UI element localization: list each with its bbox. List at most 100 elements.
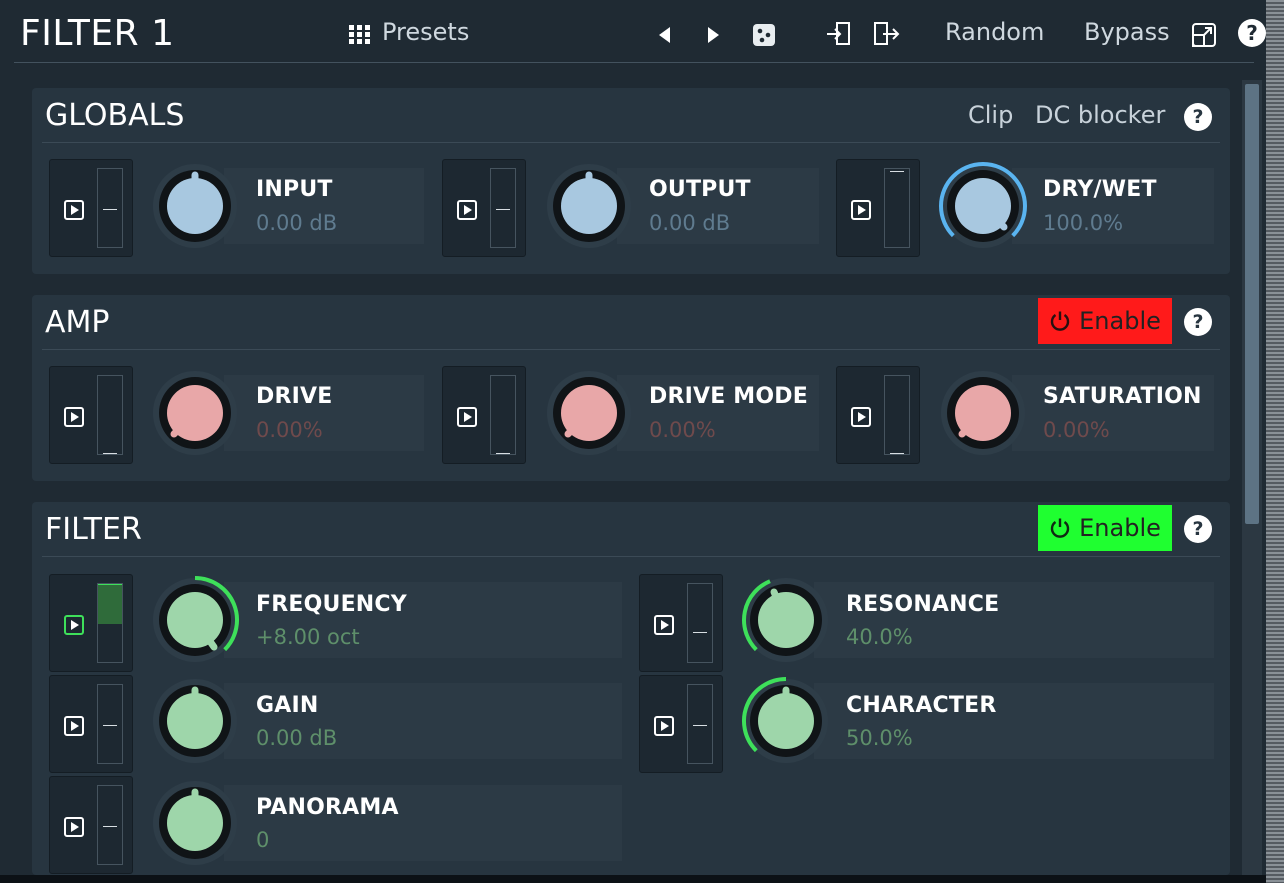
param-value-input[interactable]: 0.00 dB	[256, 211, 337, 235]
modulator-slot-drive-mode[interactable]	[442, 366, 526, 464]
window-edge	[1266, 0, 1284, 883]
param-label-panorama: PANORAMA	[256, 795, 399, 820]
filter-enable-button[interactable]: Enable	[1038, 505, 1172, 551]
panel-title-amp: AMP	[45, 305, 110, 340]
knob-drive[interactable]	[150, 368, 240, 458]
panel-divider	[42, 556, 1220, 557]
knob-frequency[interactable]	[150, 575, 240, 665]
param-value-frequency[interactable]: +8.00 oct	[256, 625, 360, 649]
previous-preset-icon[interactable]	[659, 27, 671, 47]
level-meter	[97, 375, 123, 455]
modulator-slot-input[interactable]	[49, 159, 133, 257]
knob-saturation[interactable]	[938, 368, 1028, 458]
play-icon[interactable]	[64, 200, 84, 220]
play-icon[interactable]	[64, 716, 84, 736]
knob-dry-wet[interactable]	[938, 161, 1028, 251]
bottom-edge	[0, 875, 1266, 883]
param-label-gain: GAIN	[256, 693, 319, 718]
help-icon[interactable]: ?	[1238, 19, 1266, 47]
play-icon[interactable]	[851, 407, 871, 427]
modulator-slot-character[interactable]	[639, 675, 723, 773]
param-label-drive: DRIVE	[256, 384, 333, 409]
help-icon[interactable]: ?	[1184, 308, 1212, 336]
param-value-gain[interactable]: 0.00 dB	[256, 726, 337, 750]
level-meter	[687, 684, 713, 764]
param-value-output[interactable]: 0.00 dB	[649, 211, 730, 235]
clip-button[interactable]: Clip	[968, 101, 1013, 129]
panel-title-globals: GLOBALS	[45, 98, 185, 133]
knob-gain[interactable]	[150, 676, 240, 766]
modulator-slot-dry-wet[interactable]	[836, 159, 920, 257]
play-icon[interactable]	[64, 407, 84, 427]
import-icon[interactable]	[826, 21, 852, 51]
play-icon[interactable]	[654, 615, 674, 635]
level-meter	[97, 785, 123, 865]
presets-button[interactable]: Presets	[382, 18, 469, 46]
knob-input[interactable]	[150, 161, 240, 251]
dc-blocker-button[interactable]: DC blocker	[1035, 101, 1165, 129]
param-value-saturation[interactable]: 0.00%	[1043, 418, 1110, 442]
knob-drive-mode[interactable]	[544, 368, 634, 458]
panel-divider	[42, 349, 1220, 350]
level-meter	[97, 684, 123, 764]
modulator-slot-gain[interactable]	[49, 675, 133, 773]
play-icon[interactable]	[64, 615, 84, 635]
play-icon[interactable]	[64, 817, 84, 837]
level-meter	[490, 168, 516, 248]
level-meter	[490, 375, 516, 455]
param-label-drive-mode: DRIVE MODE	[649, 384, 808, 409]
level-meter	[687, 583, 713, 663]
help-icon[interactable]: ?	[1184, 515, 1212, 543]
param-value-drive-mode[interactable]: 0.00%	[649, 418, 716, 442]
param-value-panorama[interactable]: 0	[256, 828, 269, 852]
param-value-drive[interactable]: 0.00%	[256, 418, 323, 442]
play-icon[interactable]	[654, 716, 674, 736]
modulator-slot-panorama[interactable]	[49, 776, 133, 874]
param-label-output: OUTPUT	[649, 177, 751, 202]
play-icon[interactable]	[457, 407, 477, 427]
power-icon	[1050, 518, 1070, 538]
resize-window-icon[interactable]	[1191, 22, 1217, 52]
modulator-slot-saturation[interactable]	[836, 366, 920, 464]
level-meter	[884, 168, 910, 248]
modulator-slot-drive[interactable]	[49, 366, 133, 464]
export-icon[interactable]	[873, 21, 901, 51]
knob-output[interactable]	[544, 161, 634, 251]
globals-panel: GLOBALS Clip DC blocker ? INPUT 0.00 dB …	[32, 88, 1230, 274]
param-label-saturation: SATURATION	[1043, 384, 1202, 409]
param-label-input: INPUT	[256, 177, 333, 202]
param-label-character: CHARACTER	[846, 693, 997, 718]
power-icon	[1050, 311, 1070, 331]
plugin-title: FILTER 1	[20, 13, 175, 54]
param-label-dry-wet: DRY/WET	[1043, 177, 1157, 202]
random-button[interactable]: Random	[945, 18, 1044, 46]
help-icon[interactable]: ?	[1184, 103, 1212, 131]
modulator-slot-output[interactable]	[442, 159, 526, 257]
amp-enable-label: Enable	[1079, 307, 1161, 335]
filter-enable-label: Enable	[1079, 514, 1161, 542]
level-meter	[97, 168, 123, 248]
param-value-character[interactable]: 50.0%	[846, 726, 913, 750]
param-value-dry-wet[interactable]: 100.0%	[1043, 211, 1123, 235]
panel-title-filter: FILTER	[45, 512, 142, 547]
bypass-button[interactable]: Bypass	[1084, 18, 1170, 46]
modulator-slot-resonance[interactable]	[639, 574, 723, 672]
amp-enable-button[interactable]: Enable	[1038, 298, 1172, 344]
knob-panorama[interactable]	[150, 778, 240, 868]
level-meter	[97, 583, 123, 663]
param-value-resonance[interactable]: 40.0%	[846, 625, 913, 649]
param-label-frequency: FREQUENCY	[256, 592, 407, 617]
knob-resonance[interactable]	[741, 575, 831, 665]
panel-divider	[42, 142, 1220, 143]
param-label-resonance: RESONANCE	[846, 592, 1000, 617]
play-icon[interactable]	[851, 200, 871, 220]
play-icon[interactable]	[457, 200, 477, 220]
scrollbar-thumb[interactable]	[1245, 84, 1259, 524]
presets-grid-icon[interactable]	[349, 25, 371, 45]
dice-icon[interactable]	[753, 24, 775, 50]
knob-character[interactable]	[741, 676, 831, 766]
filter-panel: FILTER Enable ? FREQUENCY +8.00 oct RESO…	[32, 502, 1230, 875]
next-preset-icon[interactable]	[708, 27, 720, 47]
toolbar-divider	[14, 62, 1254, 63]
modulator-slot-frequency[interactable]	[49, 574, 133, 672]
